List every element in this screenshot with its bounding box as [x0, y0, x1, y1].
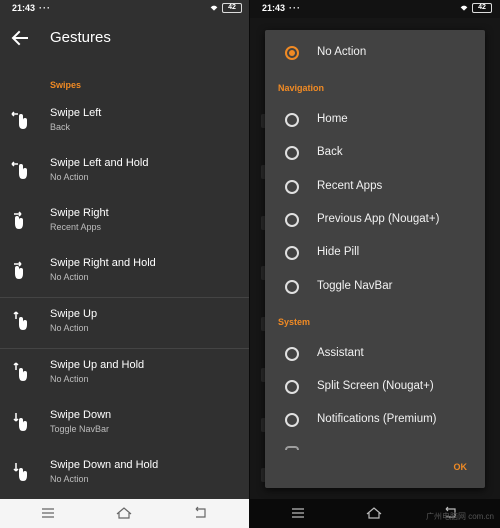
section-header-swipes: Swipes	[50, 80, 82, 90]
ok-button[interactable]: OK	[450, 460, 472, 474]
gesture-action: No Action	[50, 323, 89, 333]
gestures-settings-screen: 21:43 ··· 42 Gestures Swipes Swipe Left …	[0, 0, 250, 528]
wifi-icon	[210, 5, 218, 11]
swipe-left-hold-gesture-icon	[11, 161, 27, 179]
radio-icon-partially-visible[interactable]	[285, 446, 299, 450]
gesture-row-swipe-down[interactable]: Swipe Down Toggle NavBar	[0, 399, 250, 449]
option-previous-app[interactable]: Previous App (Nougat+)	[265, 205, 485, 235]
radio-icon[interactable]	[285, 180, 299, 194]
wifi-icon	[460, 5, 468, 11]
gesture-action: Recent Apps	[50, 222, 102, 232]
gesture-action: No Action	[50, 374, 89, 384]
radio-icon[interactable]	[285, 213, 299, 227]
option-assistant[interactable]: Assistant	[265, 339, 485, 369]
app-bar: Gestures	[0, 18, 250, 62]
gesture-title: Swipe Up and Hold	[50, 359, 145, 371]
action-picker-screen: 21:43 ··· 42 No Action Navigation Home B…	[250, 0, 500, 528]
radio-icon[interactable]	[285, 246, 299, 260]
option-label: Home	[317, 113, 348, 125]
gesture-row-swipe-up-hold[interactable]: Swipe Up and Hold No Action	[0, 349, 250, 399]
gesture-row-swipe-down-hold[interactable]: Swipe Down and Hold No Action	[0, 449, 250, 499]
menu-icon[interactable]	[40, 506, 56, 520]
menu-icon[interactable]	[290, 506, 306, 520]
gesture-title: Swipe Down	[50, 409, 112, 421]
action-selection-dialog: No Action Navigation Home Back Recent Ap…	[265, 30, 485, 488]
option-label: Previous App (Nougat+)	[317, 213, 440, 225]
gesture-action: Back	[50, 122, 71, 132]
back-arrow-icon[interactable]	[10, 28, 30, 48]
option-label: Back	[317, 146, 343, 158]
option-recent-apps[interactable]: Recent Apps	[265, 172, 485, 202]
option-label: Toggle NavBar	[317, 280, 393, 292]
gesture-action: No Action	[50, 474, 89, 484]
radio-icon[interactable]	[285, 113, 299, 127]
option-label: Recent Apps	[317, 180, 383, 192]
gesture-title: Swipe Up	[50, 308, 98, 320]
swipe-right-gesture-icon	[14, 211, 23, 229]
status-time: 21:43	[12, 3, 36, 13]
option-toggle-navbar[interactable]: Toggle NavBar	[265, 272, 485, 302]
return-icon[interactable]	[193, 506, 209, 520]
gesture-title: Swipe Right and Hold	[50, 257, 156, 269]
radio-icon[interactable]	[285, 347, 299, 361]
option-hide-pill[interactable]: Hide Pill	[265, 238, 485, 268]
watermark: 广州电脑网 com.cn	[425, 512, 494, 521]
gesture-title: Swipe Down and Hold	[50, 459, 159, 471]
option-back[interactable]: Back	[265, 138, 485, 168]
gesture-row-swipe-right[interactable]: Swipe Right Recent Apps	[0, 197, 250, 247]
section-header-navigation: Navigation	[278, 83, 325, 93]
option-notifications[interactable]: Notifications (Premium)	[265, 405, 485, 435]
page-title: Gestures	[50, 29, 111, 46]
gesture-row-swipe-right-hold[interactable]: Swipe Right and Hold No Action	[0, 247, 250, 297]
option-no-action[interactable]: No Action	[265, 38, 485, 68]
gesture-title: Swipe Left and Hold	[50, 157, 149, 169]
swipe-up-gesture-icon	[13, 311, 27, 330]
gesture-action: No Action	[50, 272, 89, 282]
gesture-row-swipe-left[interactable]: Swipe Left Back	[0, 97, 250, 147]
option-label: No Action	[317, 46, 367, 58]
gesture-row-swipe-left-hold[interactable]: Swipe Left and Hold No Action	[0, 147, 250, 197]
battery-icon: 42	[222, 3, 242, 13]
swipe-down-hold-gesture-icon	[13, 463, 27, 481]
status-time: 21:43	[262, 3, 286, 13]
swipe-left-gesture-icon	[11, 111, 27, 129]
option-label: Split Screen (Nougat+)	[317, 380, 434, 392]
status-bar: 21:43 ··· 42	[250, 0, 500, 18]
swipe-up-hold-gesture-icon	[13, 362, 27, 381]
radio-selected-icon[interactable]	[285, 46, 299, 60]
option-label: Hide Pill	[317, 246, 360, 258]
radio-icon[interactable]	[285, 380, 299, 394]
gesture-row-swipe-up[interactable]: Swipe Up No Action	[0, 298, 250, 348]
radio-icon[interactable]	[285, 280, 299, 294]
swipe-down-gesture-icon	[13, 413, 27, 431]
status-notification-dots: ···	[39, 3, 52, 13]
home-icon[interactable]	[366, 506, 382, 520]
status-notification-dots: ···	[289, 3, 302, 13]
option-home[interactable]: Home	[265, 105, 485, 135]
swipe-right-hold-gesture-icon	[14, 261, 23, 279]
option-label: Notifications (Premium)	[317, 413, 437, 425]
section-header-system: System	[278, 317, 311, 327]
option-split-screen[interactable]: Split Screen (Nougat+)	[265, 372, 485, 402]
gesture-action: Toggle NavBar	[50, 424, 110, 434]
radio-icon[interactable]	[285, 146, 299, 160]
battery-icon: 42	[472, 3, 492, 13]
home-icon[interactable]	[116, 506, 132, 520]
system-nav-bar	[0, 499, 250, 528]
status-bar: 21:43 ··· 42	[0, 0, 250, 18]
option-label: Assistant	[317, 347, 364, 359]
gesture-action: No Action	[50, 172, 89, 182]
radio-icon[interactable]	[285, 413, 299, 427]
gesture-title: Swipe Right	[50, 207, 109, 219]
gesture-title: Swipe Left	[50, 107, 102, 119]
